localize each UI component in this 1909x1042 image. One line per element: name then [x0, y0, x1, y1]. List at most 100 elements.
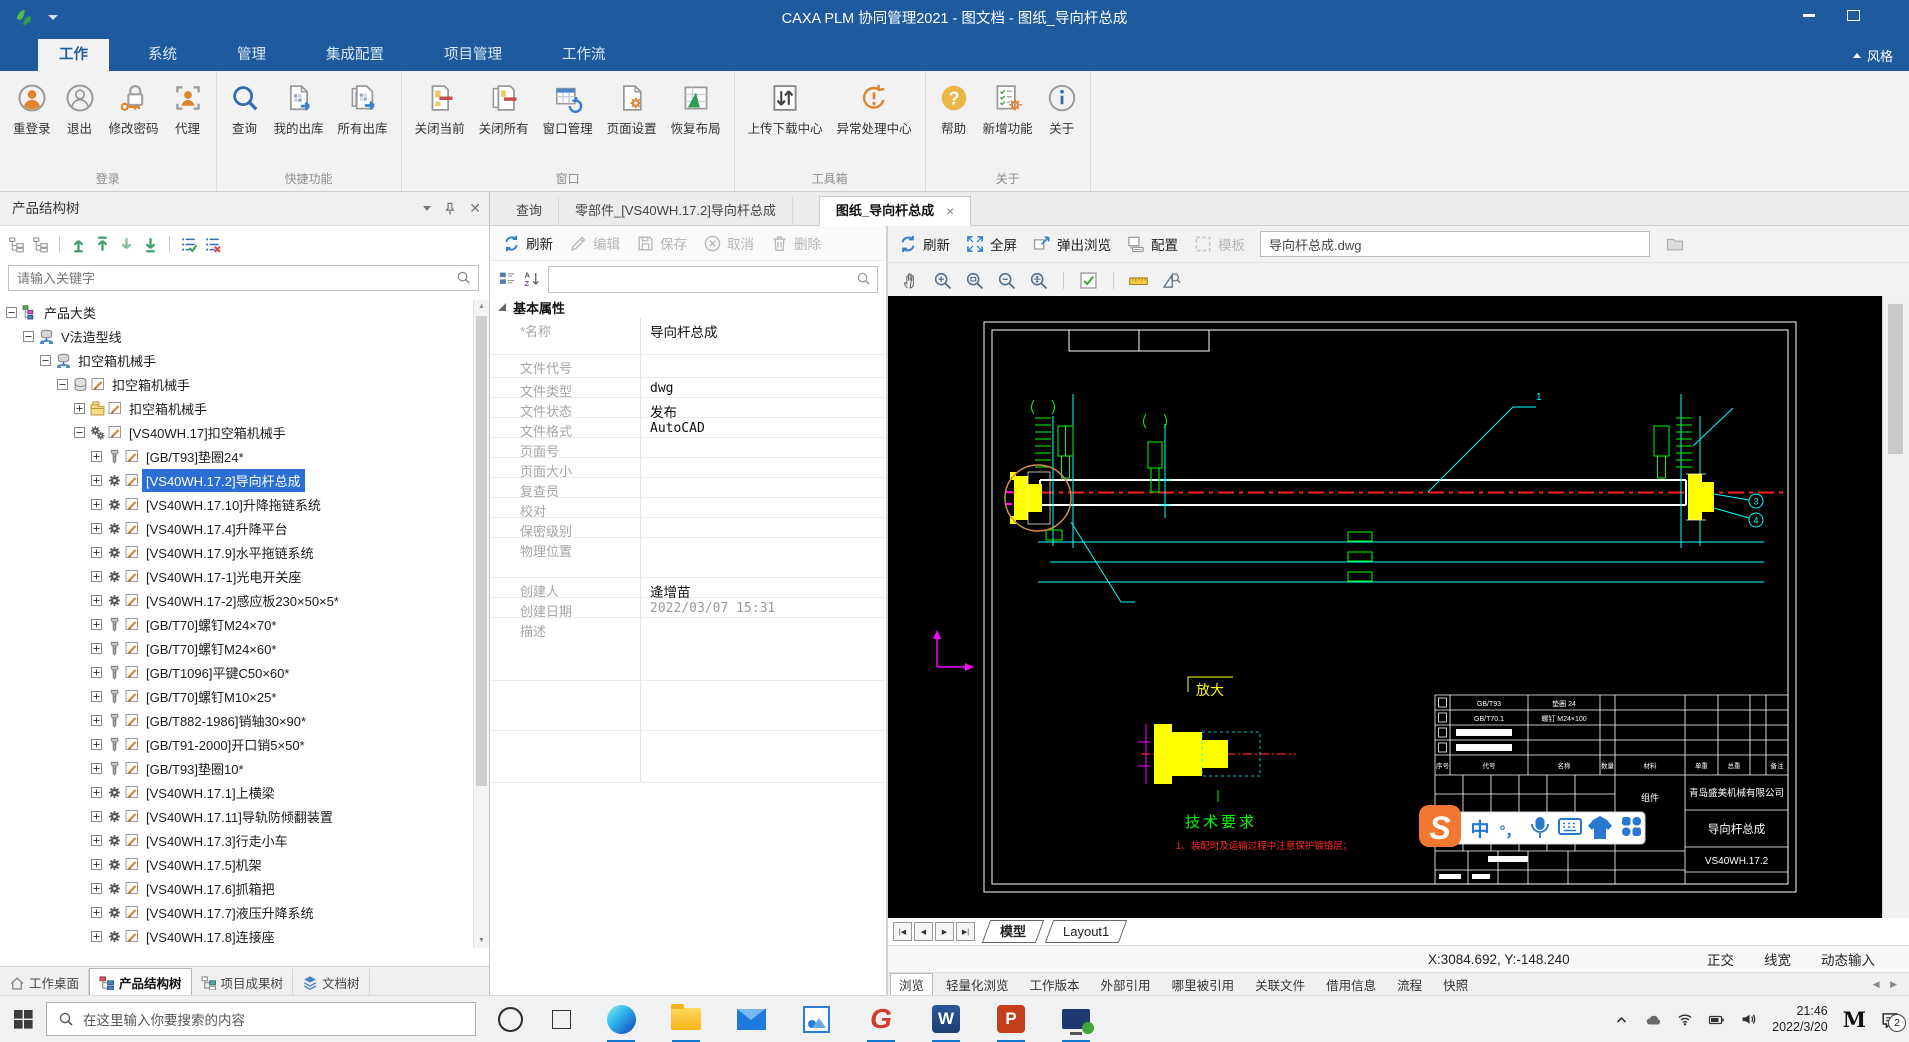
property-value[interactable]	[640, 681, 886, 730]
tree-expander-plus-icon[interactable]	[91, 642, 102, 654]
tree-expander-minus-icon[interactable]	[74, 426, 85, 438]
tree-item[interactable]: [VS40WH.17.5]机架	[0, 852, 472, 876]
tree-item[interactable]: [VS40WH.17]扣空箱机械手	[0, 420, 472, 444]
taskbar-app-powerpoint-icon[interactable]: P	[993, 996, 1029, 1042]
close-tab-icon[interactable]: ×	[946, 197, 954, 225]
tree-expander-plus-icon[interactable]	[91, 570, 102, 582]
measure-angle-button[interactable]	[1160, 270, 1181, 291]
tree-expander-minus-icon[interactable]	[23, 330, 34, 342]
collapse-tree-button[interactable]	[8, 236, 25, 253]
speaker-icon[interactable]	[1740, 1012, 1757, 1026]
move-bottom-button[interactable]	[142, 236, 159, 253]
canvas-scrollbar[interactable]	[1882, 296, 1909, 918]
tree-item[interactable]: [GB/T93]垫圈24*	[0, 444, 472, 468]
menu-tab-项目管理[interactable]: 项目管理	[423, 39, 523, 71]
onedrive-cloud-icon[interactable]	[1644, 1013, 1662, 1026]
section-collapse-icon[interactable]	[498, 303, 506, 311]
tree-expander-plus-icon[interactable]	[91, 474, 102, 486]
wifi-icon[interactable]	[1677, 1012, 1693, 1026]
property-value[interactable]	[640, 731, 886, 782]
viewer-toolbar-模板-button[interactable]: 模板	[1193, 234, 1245, 254]
viewer-toolbar-全屏-button[interactable]: 全屏	[965, 234, 1017, 254]
tree-item[interactable]: [GB/T91-2000]开口销5×50*	[0, 732, 472, 756]
property-value[interactable]	[640, 478, 886, 497]
ribbon-button-关于[interactable]: 关于	[1040, 79, 1084, 141]
viewer-tab-流程[interactable]: 流程	[1389, 974, 1430, 995]
prop-toolbar-刷新-button[interactable]: 刷新	[502, 233, 553, 253]
menu-tab-工作[interactable]: 工作	[38, 39, 109, 71]
scroll-thumb[interactable]	[476, 316, 487, 786]
ribbon-button-帮助[interactable]: ? 帮助	[932, 79, 976, 141]
move-top-button[interactable]	[94, 236, 111, 253]
tree-expander-plus-icon[interactable]	[91, 714, 102, 726]
open-file-button[interactable]	[1665, 234, 1685, 254]
ribbon-button-上传下载中心[interactable]: 上传下载中心	[741, 79, 830, 141]
prop-toolbar-保存-button[interactable]: 保存	[636, 233, 687, 253]
viewer-toolbar-配置-button[interactable]: 配置	[1126, 234, 1178, 254]
task-view-button[interactable]	[552, 1004, 576, 1029]
tree-expander-plus-icon[interactable]	[91, 690, 102, 702]
tree-expander-plus-icon[interactable]	[91, 882, 102, 894]
taskbar-search-input[interactable]: 在这里输入你要搜索的内容	[46, 1002, 476, 1036]
tree-item[interactable]: [VS40WH.17-2]感应板230×50×5*	[0, 588, 472, 612]
tree-item[interactable]: 产品大类	[0, 300, 472, 324]
tree-expander-plus-icon[interactable]	[91, 858, 102, 870]
menu-tab-集成配置[interactable]: 集成配置	[305, 39, 405, 71]
taskbar-app-caxa-icon[interactable]: G	[863, 996, 899, 1042]
zoom-window-button[interactable]	[964, 270, 985, 291]
ime-punct-icon[interactable]: °，	[1500, 823, 1521, 840]
left-tab-产品结构树[interactable]: 产品结构树	[89, 968, 192, 995]
viewer-tab-关联文件[interactable]: 关联文件	[1247, 974, 1313, 995]
sheet-nav-prev-button[interactable]: ◀	[914, 922, 933, 941]
left-tab-工作桌面[interactable]: 工作桌面	[0, 969, 90, 995]
taskbar-app-mail-icon[interactable]	[733, 996, 769, 1042]
ribbon-button-修改密码[interactable]: 修改密码	[102, 79, 166, 141]
drawing-filename-input[interactable]	[1260, 231, 1650, 257]
property-value[interactable]: dwg	[640, 378, 886, 397]
tree-item[interactable]: [GB/T882-1986]销轴30×90*	[0, 708, 472, 732]
tree-item[interactable]: [VS40WH.17.7]液压升降系统	[0, 900, 472, 924]
taskbar-app-photos-icon[interactable]	[798, 996, 834, 1042]
taskbar-app-word-icon[interactable]: W	[928, 996, 964, 1042]
measure-distance-button[interactable]	[1128, 270, 1149, 291]
move-down-button[interactable]	[118, 236, 135, 253]
ribbon-button-窗口管理[interactable]: 窗口管理	[536, 79, 600, 141]
markup-toggle-button[interactable]	[1078, 270, 1099, 291]
sheet-nav-next-button[interactable]: ▶	[935, 922, 954, 941]
status-mode-正交[interactable]: 正交	[1707, 949, 1734, 969]
tree-expander-plus-icon[interactable]	[91, 666, 102, 678]
zoom-extents-button[interactable]	[1028, 270, 1049, 291]
tree-item[interactable]: [VS40WH.17.3]行走小车	[0, 828, 472, 852]
scroll-up-icon[interactable]: ▲	[474, 300, 489, 314]
cortana-button[interactable]	[498, 1006, 523, 1032]
taskbar-app-remote-icon[interactable]	[1058, 996, 1094, 1042]
ribbon-button-退出[interactable]: 退出	[58, 79, 102, 141]
ribbon-button-异常处理中心[interactable]: 异常处理中心	[830, 79, 919, 141]
viewer-tab-快照[interactable]: 快照	[1435, 974, 1476, 995]
minimize-button[interactable]	[1792, 0, 1826, 30]
left-tab-项目成果树[interactable]: 项目成果树	[192, 969, 294, 995]
ribbon-button-所有出库[interactable]: 所有出库	[331, 79, 395, 141]
pin-icon[interactable]	[443, 202, 457, 216]
ribbon-button-查询[interactable]: 查询	[223, 79, 267, 141]
tree-expander-plus-icon[interactable]	[91, 498, 102, 510]
ime-toolbar[interactable]: S 中 °，	[1419, 805, 1646, 847]
ribbon-button-代理[interactable]: 代理	[166, 79, 210, 141]
tree-item[interactable]: [VS40WH.17.6]抓箱把	[0, 876, 472, 900]
property-value[interactable]: 逄增苗	[640, 578, 886, 600]
property-value[interactable]	[640, 458, 886, 477]
action-center-button[interactable]: 2	[1881, 1011, 1906, 1032]
tree-scrollbar[interactable]: ▲ ▼	[473, 300, 489, 948]
panel-menu-icon[interactable]	[423, 206, 432, 211]
property-value[interactable]	[640, 438, 886, 457]
property-value[interactable]: 2022/03/07 15:31	[640, 598, 886, 617]
tree-expander-plus-icon[interactable]	[91, 450, 102, 462]
taskbar-clock[interactable]: 21:46 2022/3/20	[1772, 1003, 1828, 1036]
left-tab-文档树[interactable]: 文档树	[293, 969, 370, 995]
ribbon-button-页面设置[interactable]: 页面设置	[600, 79, 664, 141]
status-mode-动态输入[interactable]: 动态输入	[1821, 949, 1875, 969]
ribbon-button-关闭所有[interactable]: 关闭所有	[472, 79, 536, 141]
tree-item[interactable]: [VS40WH.17.10]升降拖链系统	[0, 492, 472, 516]
menu-tab-系统[interactable]: 系统	[127, 39, 198, 71]
tree-item[interactable]: [VS40WH.17.2]导向杆总成	[0, 468, 472, 492]
